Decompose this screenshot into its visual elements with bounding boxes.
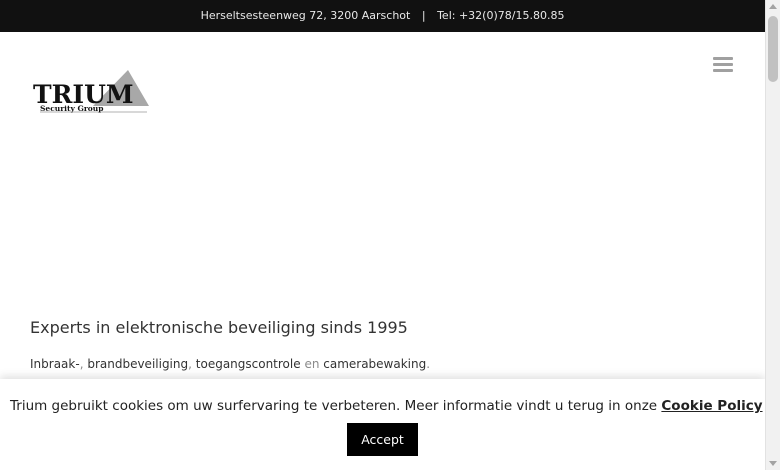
service-link-inbraak[interactable]: Inbraak-	[30, 357, 80, 371]
cookie-consent-bar: Trium gebruikt cookies om uw surfervarin…	[0, 379, 765, 470]
separator: |	[421, 9, 426, 22]
page-scrollbar[interactable]	[765, 0, 780, 470]
hero-tagline: Experts in elektronische beveiliging sin…	[30, 318, 408, 337]
hamburger-menu-icon[interactable]	[713, 56, 733, 72]
phone-text[interactable]: Tel: +32(0)78/15.80.85	[437, 9, 564, 22]
accept-cookies-button[interactable]: Accept	[347, 423, 418, 456]
top-contact-bar: Herseltsesteenweg 72, 3200 Aarschot | Te…	[0, 0, 765, 32]
address-text: Herseltsesteenweg 72, 3200 Aarschot	[200, 9, 411, 22]
logo-subtitle: Security Group	[40, 104, 104, 113]
services-list: Inbraak-, brandbeveiliging, toegangscont…	[30, 357, 431, 371]
trium-logo[interactable]: TRIUM Security Group	[33, 70, 149, 116]
service-link-brandbeveiliging[interactable]: brandbeveiliging	[87, 357, 188, 371]
cookie-policy-link[interactable]: Cookie Policy	[661, 398, 762, 414]
cookie-message: Trium gebruikt cookies om uw surfervarin…	[10, 398, 763, 414]
scroll-up-icon[interactable]	[769, 4, 777, 9]
service-link-camerabewaking[interactable]: camerabewaking	[323, 357, 426, 371]
scroll-down-icon[interactable]	[769, 461, 777, 466]
service-link-toegangscontrole[interactable]: toegangscontrole	[196, 357, 301, 371]
scrollbar-thumb[interactable]	[768, 16, 778, 82]
